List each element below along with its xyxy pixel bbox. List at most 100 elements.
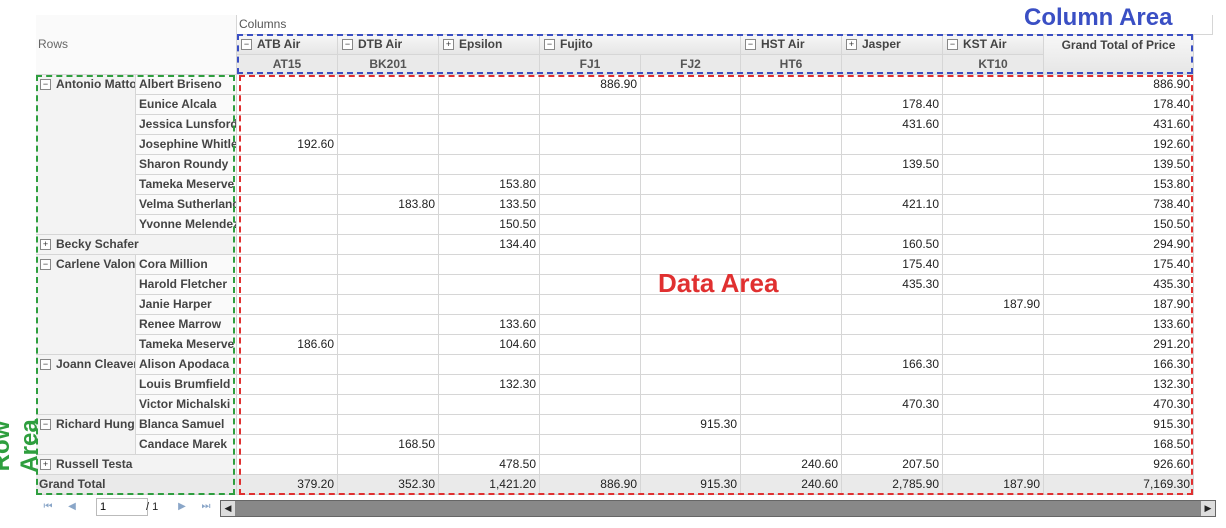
data-cell: 470.30 [1044, 395, 1194, 415]
data-cell [741, 395, 842, 415]
data-cell [237, 415, 338, 435]
sub-header-1: BK201 [338, 55, 439, 75]
data-cell [338, 295, 439, 315]
toggle-icon[interactable]: + [846, 39, 857, 51]
data-cell [540, 155, 641, 175]
column-header-0[interactable]: − ATB Air [237, 35, 338, 55]
row-label-17: Blanca Samuel [136, 415, 237, 435]
data-cell: 133.60 [1044, 315, 1194, 335]
data-area-label: Data Area [658, 268, 779, 298]
toggle-icon[interactable]: − [947, 39, 958, 51]
toggle-icon[interactable]: − [40, 259, 51, 271]
row-label-3: Josephine Whitley [136, 135, 237, 155]
data-cell [943, 135, 1044, 155]
row-group-label: Richard Hung [56, 417, 135, 431]
data-cell [943, 455, 1044, 475]
data-cell [741, 315, 842, 335]
next-page-icon[interactable]: ▶ [174, 499, 190, 515]
data-cell: 132.30 [1044, 375, 1194, 395]
column-header-5[interactable]: + Jasper [842, 35, 943, 55]
row-label-15: Louis Brumfield [136, 375, 237, 395]
data-cell [943, 255, 1044, 275]
toggle-icon[interactable]: − [544, 39, 555, 51]
toggle-icon[interactable]: + [40, 239, 51, 251]
data-cell [943, 115, 1044, 135]
data-cell [741, 335, 842, 355]
toggle-icon[interactable]: − [40, 79, 51, 91]
row-label-12: Renee Marrow [136, 315, 237, 335]
row-label-2: Jessica Lunsford [136, 115, 237, 135]
toggle-icon[interactable]: − [241, 39, 252, 51]
data-cell: 139.50 [1044, 155, 1194, 175]
data-cell: 175.40 [1044, 255, 1194, 275]
row-group-5[interactable]: + Russell Testa [36, 455, 237, 475]
toggle-icon[interactable]: − [40, 359, 51, 371]
row-group-1[interactable]: + Becky Schafer [36, 235, 237, 255]
data-cell [540, 115, 641, 135]
row-label-5: Tameka Meserve [136, 175, 237, 195]
data-cell [439, 135, 540, 155]
data-cell [237, 95, 338, 115]
data-cell [641, 95, 741, 115]
data-cell [943, 215, 1044, 235]
row-group-2[interactable]: − Carlene Valon [36, 255, 136, 355]
data-cell [842, 435, 943, 455]
data-cell: 192.60 [237, 135, 338, 155]
data-cell [741, 135, 842, 155]
first-page-icon[interactable]: ⏮ [40, 499, 56, 515]
data-cell [237, 295, 338, 315]
data-cell [439, 95, 540, 115]
data-cell [943, 235, 1044, 255]
data-cell [540, 295, 641, 315]
last-page-icon[interactable]: ⏭ [198, 499, 214, 515]
row-label-18: Candace Marek [136, 435, 237, 455]
data-cell [943, 395, 1044, 415]
column-header-6[interactable]: − KST Air [943, 35, 1044, 55]
row-group-0[interactable]: − Antonio Mattos [36, 75, 136, 235]
toggle-icon[interactable]: + [443, 39, 454, 51]
data-cell [842, 335, 943, 355]
column-header-label: KST Air [963, 37, 1007, 51]
row-group-4[interactable]: − Richard Hung [36, 415, 136, 455]
data-cell: 886.90 [1044, 75, 1194, 95]
data-cell [237, 155, 338, 175]
grand-total-cell: 240.60 [741, 475, 842, 495]
prev-page-icon[interactable]: ◀ [64, 499, 80, 515]
grand-total-row-label: Grand Total [36, 475, 237, 495]
data-cell [641, 235, 741, 255]
data-cell [237, 75, 338, 95]
data-cell: 421.10 [842, 195, 943, 215]
data-cell [237, 315, 338, 335]
column-header-4[interactable]: − HST Air [741, 35, 842, 55]
scroll-left-icon[interactable]: ◀ [221, 501, 235, 516]
data-cell: 294.90 [1044, 235, 1194, 255]
data-cell: 134.40 [439, 235, 540, 255]
sub-header-5: HT6 [741, 55, 842, 75]
data-cell [338, 355, 439, 375]
column-area-label: Column Area [1024, 4, 1173, 31]
data-cell [540, 195, 641, 215]
data-cell [842, 215, 943, 235]
data-cell: 192.60 [1044, 135, 1194, 155]
data-cell [641, 455, 741, 475]
toggle-icon[interactable]: − [745, 39, 756, 51]
data-cell: 187.90 [943, 295, 1044, 315]
column-header-label: Fujito [560, 37, 593, 51]
data-cell [540, 455, 641, 475]
data-cell [540, 415, 641, 435]
toggle-icon[interactable]: − [342, 39, 353, 51]
column-header-label: HST Air [761, 37, 805, 51]
row-label-11: Janie Harper [136, 295, 237, 315]
scroll-right-icon[interactable]: ▶ [1201, 501, 1215, 516]
column-header-2[interactable]: + Epsilon [439, 35, 540, 55]
horizontal-scrollbar[interactable]: ◀ ▶ [220, 500, 1216, 517]
data-cell [641, 75, 741, 95]
data-cell [641, 355, 741, 375]
data-cell [943, 175, 1044, 195]
page-number-input[interactable] [96, 498, 148, 516]
row-group-3[interactable]: − Joann Cleaver [36, 355, 136, 415]
row-label-7: Yvonne Melendez [136, 215, 237, 235]
column-header-3[interactable]: − Fujito [540, 35, 741, 55]
data-cell: 160.50 [842, 235, 943, 255]
column-header-1[interactable]: − DTB Air [338, 35, 439, 55]
